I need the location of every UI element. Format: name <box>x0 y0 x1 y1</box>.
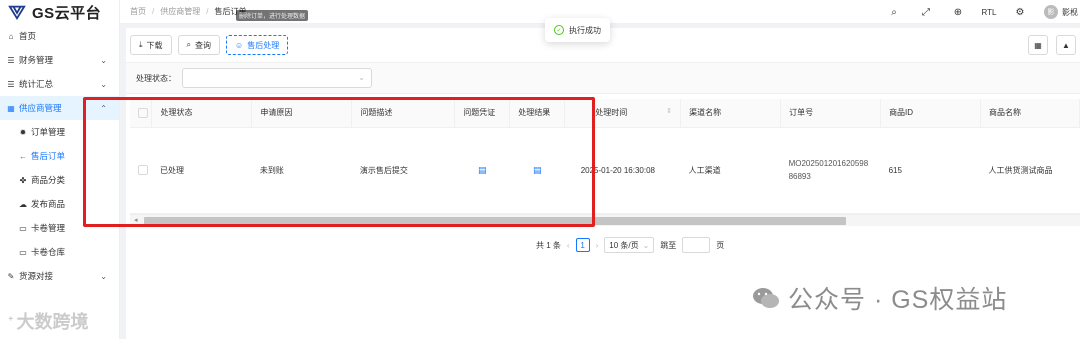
sidebar-item-statistics[interactable]: ☰ 统计汇总 ⌄ <box>0 72 119 96</box>
jump-input[interactable] <box>682 237 711 253</box>
chevron-down-icon: ⌄ <box>100 55 107 65</box>
watermark-text: 大数跨境 <box>16 312 89 332</box>
next-page-icon[interactable]: › <box>596 241 599 250</box>
card-icon: ▭ <box>19 223 27 233</box>
logo-text: GS云平台 <box>32 4 102 22</box>
download-icon: ⤓ <box>139 40 143 49</box>
list-icon: ▦ <box>7 103 15 113</box>
sidebar-item-sourcing[interactable]: ✎ 货源对接 ⌄ <box>0 264 119 288</box>
home-icon: ⌂ <box>8 31 14 41</box>
check-circle-icon: ✓ <box>554 25 564 35</box>
sidebar-item-label: 货源对接 <box>19 271 54 281</box>
fullscreen-icon[interactable]: ⤢ <box>910 7 942 18</box>
watermark-left: ᐩ 大数跨境 <box>8 308 89 334</box>
page-size-label: 10 条/页 <box>609 240 639 250</box>
breadcrumb-home[interactable]: 首页 <box>130 6 146 17</box>
aftersale-label: 售后处理 <box>247 40 280 50</box>
sidebar-item-label: 售后订单 <box>31 151 66 161</box>
rtl-toggle[interactable]: RTL <box>974 8 1004 17</box>
watermark-text: 公众号 · GS权益站 <box>788 286 1008 314</box>
logo[interactable]: GS云平台 <box>0 0 119 24</box>
breadcrumb-separator: / <box>152 7 155 16</box>
list-icon: ☰ <box>7 79 15 89</box>
toolbar: ⤓ 下载 ⌕ 查询 ☺ 售后处理 <box>130 35 289 55</box>
sidebar-item-home[interactable]: ⌂ 首页 <box>0 24 119 48</box>
header-actions: ⌕ ⤢ ⊕ RTL ⚙ 影 影枧 <box>878 0 1080 24</box>
smile-icon: ☺ <box>235 40 244 50</box>
column-header: 商品名称 <box>980 99 1080 128</box>
sidebar-item-label: 首页 <box>19 31 37 41</box>
column-header: 商品ID <box>880 99 981 128</box>
chevron-up-icon: ▲ <box>1062 40 1070 50</box>
page-size-select[interactable]: 10 条/页 ⌄ <box>604 237 655 253</box>
category-icon: ✤ <box>19 175 27 185</box>
chevron-down-icon: ⌄ <box>358 73 365 82</box>
pagination: 共 1 条 ‹ 1 › 10 条/页 ⌄ 跳至 页 <box>536 237 724 253</box>
chevron-down-icon: ⌄ <box>100 271 107 281</box>
breadcrumb-supplier[interactable]: 供应商管理 <box>160 6 200 17</box>
card-icon: ▭ <box>19 247 27 257</box>
channel-cell: 人工渠道 <box>680 127 781 214</box>
search-icon[interactable]: ⌕ <box>878 7 910 18</box>
logo-icon <box>8 5 26 21</box>
sidebar-item-label: 卡卷管理 <box>31 223 66 233</box>
list-icon: ☰ <box>7 55 15 65</box>
search-icon: ⌕ <box>186 40 192 49</box>
download-label: 下载 <box>146 40 163 50</box>
filter-label: 处理状态： <box>136 73 176 83</box>
chevron-down-icon: ⌄ <box>642 240 650 250</box>
page-number[interactable]: 1 <box>575 238 590 252</box>
tooltip: 删除订单，进行处理数据 <box>236 10 309 21</box>
aftersale-process-button[interactable]: ☺ 售后处理 <box>226 35 289 55</box>
query-button[interactable]: ⌕ 查询 <box>177 35 221 55</box>
sidebar-item-finance[interactable]: ☰ 财务管理 ⌄ <box>0 48 119 72</box>
avatar[interactable]: 影 <box>1044 5 1058 19</box>
globe-icon[interactable]: ⊕ <box>942 7 974 18</box>
success-toast: ✓ 执行成功 <box>545 18 610 42</box>
table-icon: ▦ <box>1034 40 1042 50</box>
product-name-cell: 人工供货测试商品 <box>980 127 1080 214</box>
chevron-down-icon: ⌄ <box>100 79 107 89</box>
status-select[interactable]: ⌄ <box>182 68 372 88</box>
sidebar-item-label: 卡卷仓库 <box>31 247 66 257</box>
order-no-cell: MO202501201620598 86893 <box>780 127 881 214</box>
gear-icon: ✹ <box>19 127 27 137</box>
sidebar-item-label: 财务管理 <box>19 55 54 65</box>
collapse-button[interactable]: ▲ <box>1056 35 1076 55</box>
sort-icon[interactable]: ⇕ <box>666 107 672 115</box>
column-header: 订单号 <box>780 99 882 128</box>
toast-message: 执行成功 <box>569 25 601 35</box>
sidebar-item-label: 发布商品 <box>31 199 66 209</box>
query-label: 查询 <box>195 40 212 50</box>
download-button[interactable]: ⤓ 下载 <box>130 35 172 55</box>
total-count: 共 1 条 <box>536 240 561 250</box>
sidebar-item-label: 订单管理 <box>31 127 66 137</box>
jump-label: 跳至 <box>660 240 677 250</box>
sidebar-item-label: 商品分类 <box>31 175 66 185</box>
toolbar-right: ▦ ▲ <box>1028 35 1076 55</box>
product-id-cell: 615 <box>880 127 981 214</box>
plug-icon: ✎ <box>7 271 15 281</box>
column-header: 渠道名称 <box>680 99 782 128</box>
sidebar-item-label: 供应商管理 <box>19 103 62 113</box>
wechat-icon <box>753 288 779 308</box>
sidebar-item-label: 统计汇总 <box>19 79 54 89</box>
breadcrumb-separator: / <box>206 7 209 16</box>
prev-page-icon[interactable]: ‹ <box>567 241 570 250</box>
column-header-label: 处理时间 <box>595 108 628 118</box>
sidebar-item-card-warehouse[interactable]: ▭ 卡卷仓库 <box>0 240 119 264</box>
cloud-upload-icon: ☁ <box>19 199 27 209</box>
filter-bar: 处理状态： ⌄ <box>126 62 1080 94</box>
annotation-highlight-box <box>83 97 595 227</box>
watermark-right: 公众号 · GS权益站 <box>752 280 1007 316</box>
column-settings-button[interactable]: ▦ <box>1028 35 1048 55</box>
page-suffix: 页 <box>716 240 725 250</box>
chat-icon: ᐩ <box>8 312 14 329</box>
username[interactable]: 影枧 <box>1062 7 1080 18</box>
back-arrow-icon: ← <box>19 151 27 161</box>
gear-icon[interactable]: ⚙ <box>1004 7 1036 18</box>
